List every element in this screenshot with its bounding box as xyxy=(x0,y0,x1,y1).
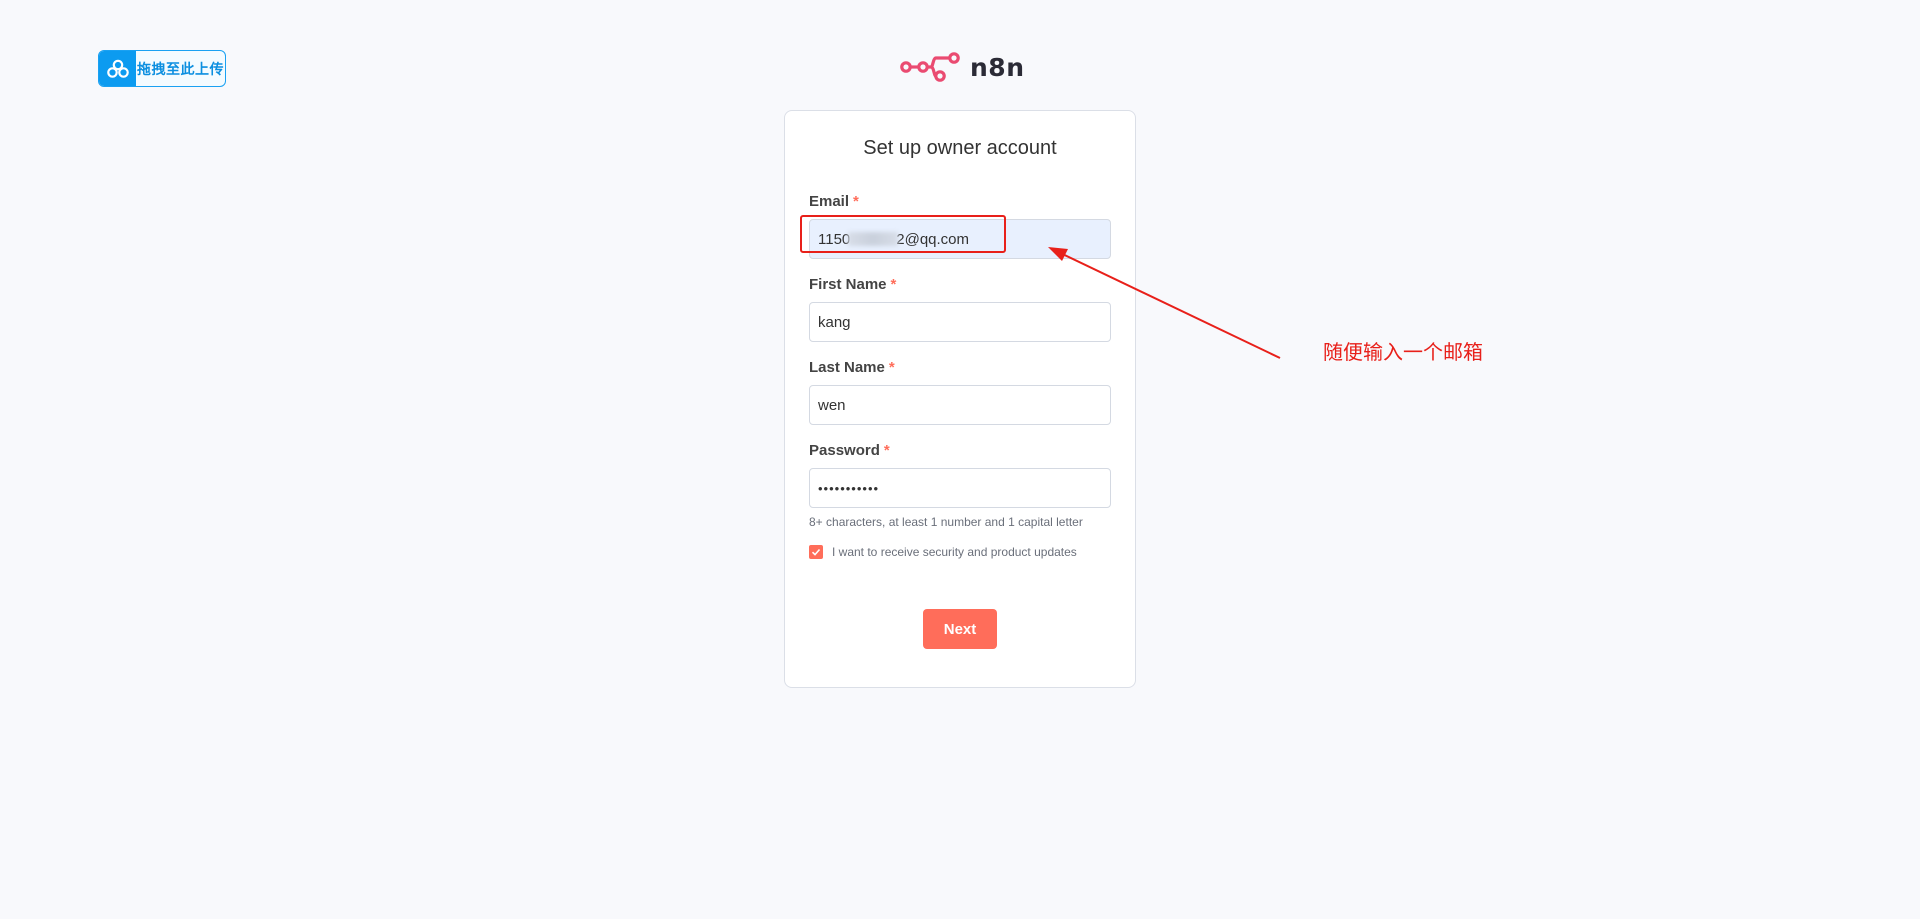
cloud-share-icon xyxy=(99,51,136,86)
upload-badge-label: 拖拽至此上传 xyxy=(137,60,224,77)
first-name-value: kang xyxy=(818,313,851,331)
next-button[interactable]: Next xyxy=(923,609,997,649)
email-label: Email * xyxy=(809,193,859,210)
page: 拖拽至此上传 n8n Set up owner account Email * 1… xyxy=(0,0,1920,919)
last-name-label: Last Name * xyxy=(809,359,895,376)
email-label-text: Email xyxy=(809,193,850,210)
required-mark: * xyxy=(888,359,895,376)
annotation-highlight-box xyxy=(800,215,1006,253)
last-name-label-text: Last Name xyxy=(809,359,885,376)
password-label-text: Password xyxy=(809,442,880,459)
n8n-nodes-icon xyxy=(900,52,960,82)
first-name-label: First Name * xyxy=(809,276,896,293)
setup-card: Set up owner account Email * 1150 2@qq.com… xyxy=(784,110,1136,688)
required-mark: * xyxy=(853,193,859,210)
logo-text: n8n xyxy=(970,52,1025,82)
updates-checkbox[interactable] xyxy=(809,545,823,559)
last-name-field[interactable]: wen xyxy=(809,385,1111,425)
annotation-text: 随便输入一个邮箱 xyxy=(1323,342,1483,364)
last-name-value: wen xyxy=(818,396,846,414)
password-hint: 8+ characters, at least 1 number and 1 c… xyxy=(809,515,1083,529)
n8n-logo: n8n xyxy=(900,50,1025,84)
page-title: Set up owner account xyxy=(863,137,1057,159)
password-label: Password * xyxy=(809,442,890,459)
checkmark-icon xyxy=(811,548,821,556)
required-mark: * xyxy=(890,276,897,293)
upload-badge[interactable]: 拖拽至此上传 xyxy=(98,50,226,87)
required-mark: * xyxy=(883,442,890,459)
annotation-arrow-icon xyxy=(1048,247,1281,359)
password-field[interactable]: ••••••••••• xyxy=(809,468,1111,508)
first-name-label-text: First Name xyxy=(809,276,887,293)
updates-checkbox-row[interactable]: I want to receive security and product u… xyxy=(809,545,1077,559)
updates-checkbox-label: I want to receive security and product u… xyxy=(832,545,1077,559)
password-value: ••••••••••• xyxy=(818,480,880,496)
